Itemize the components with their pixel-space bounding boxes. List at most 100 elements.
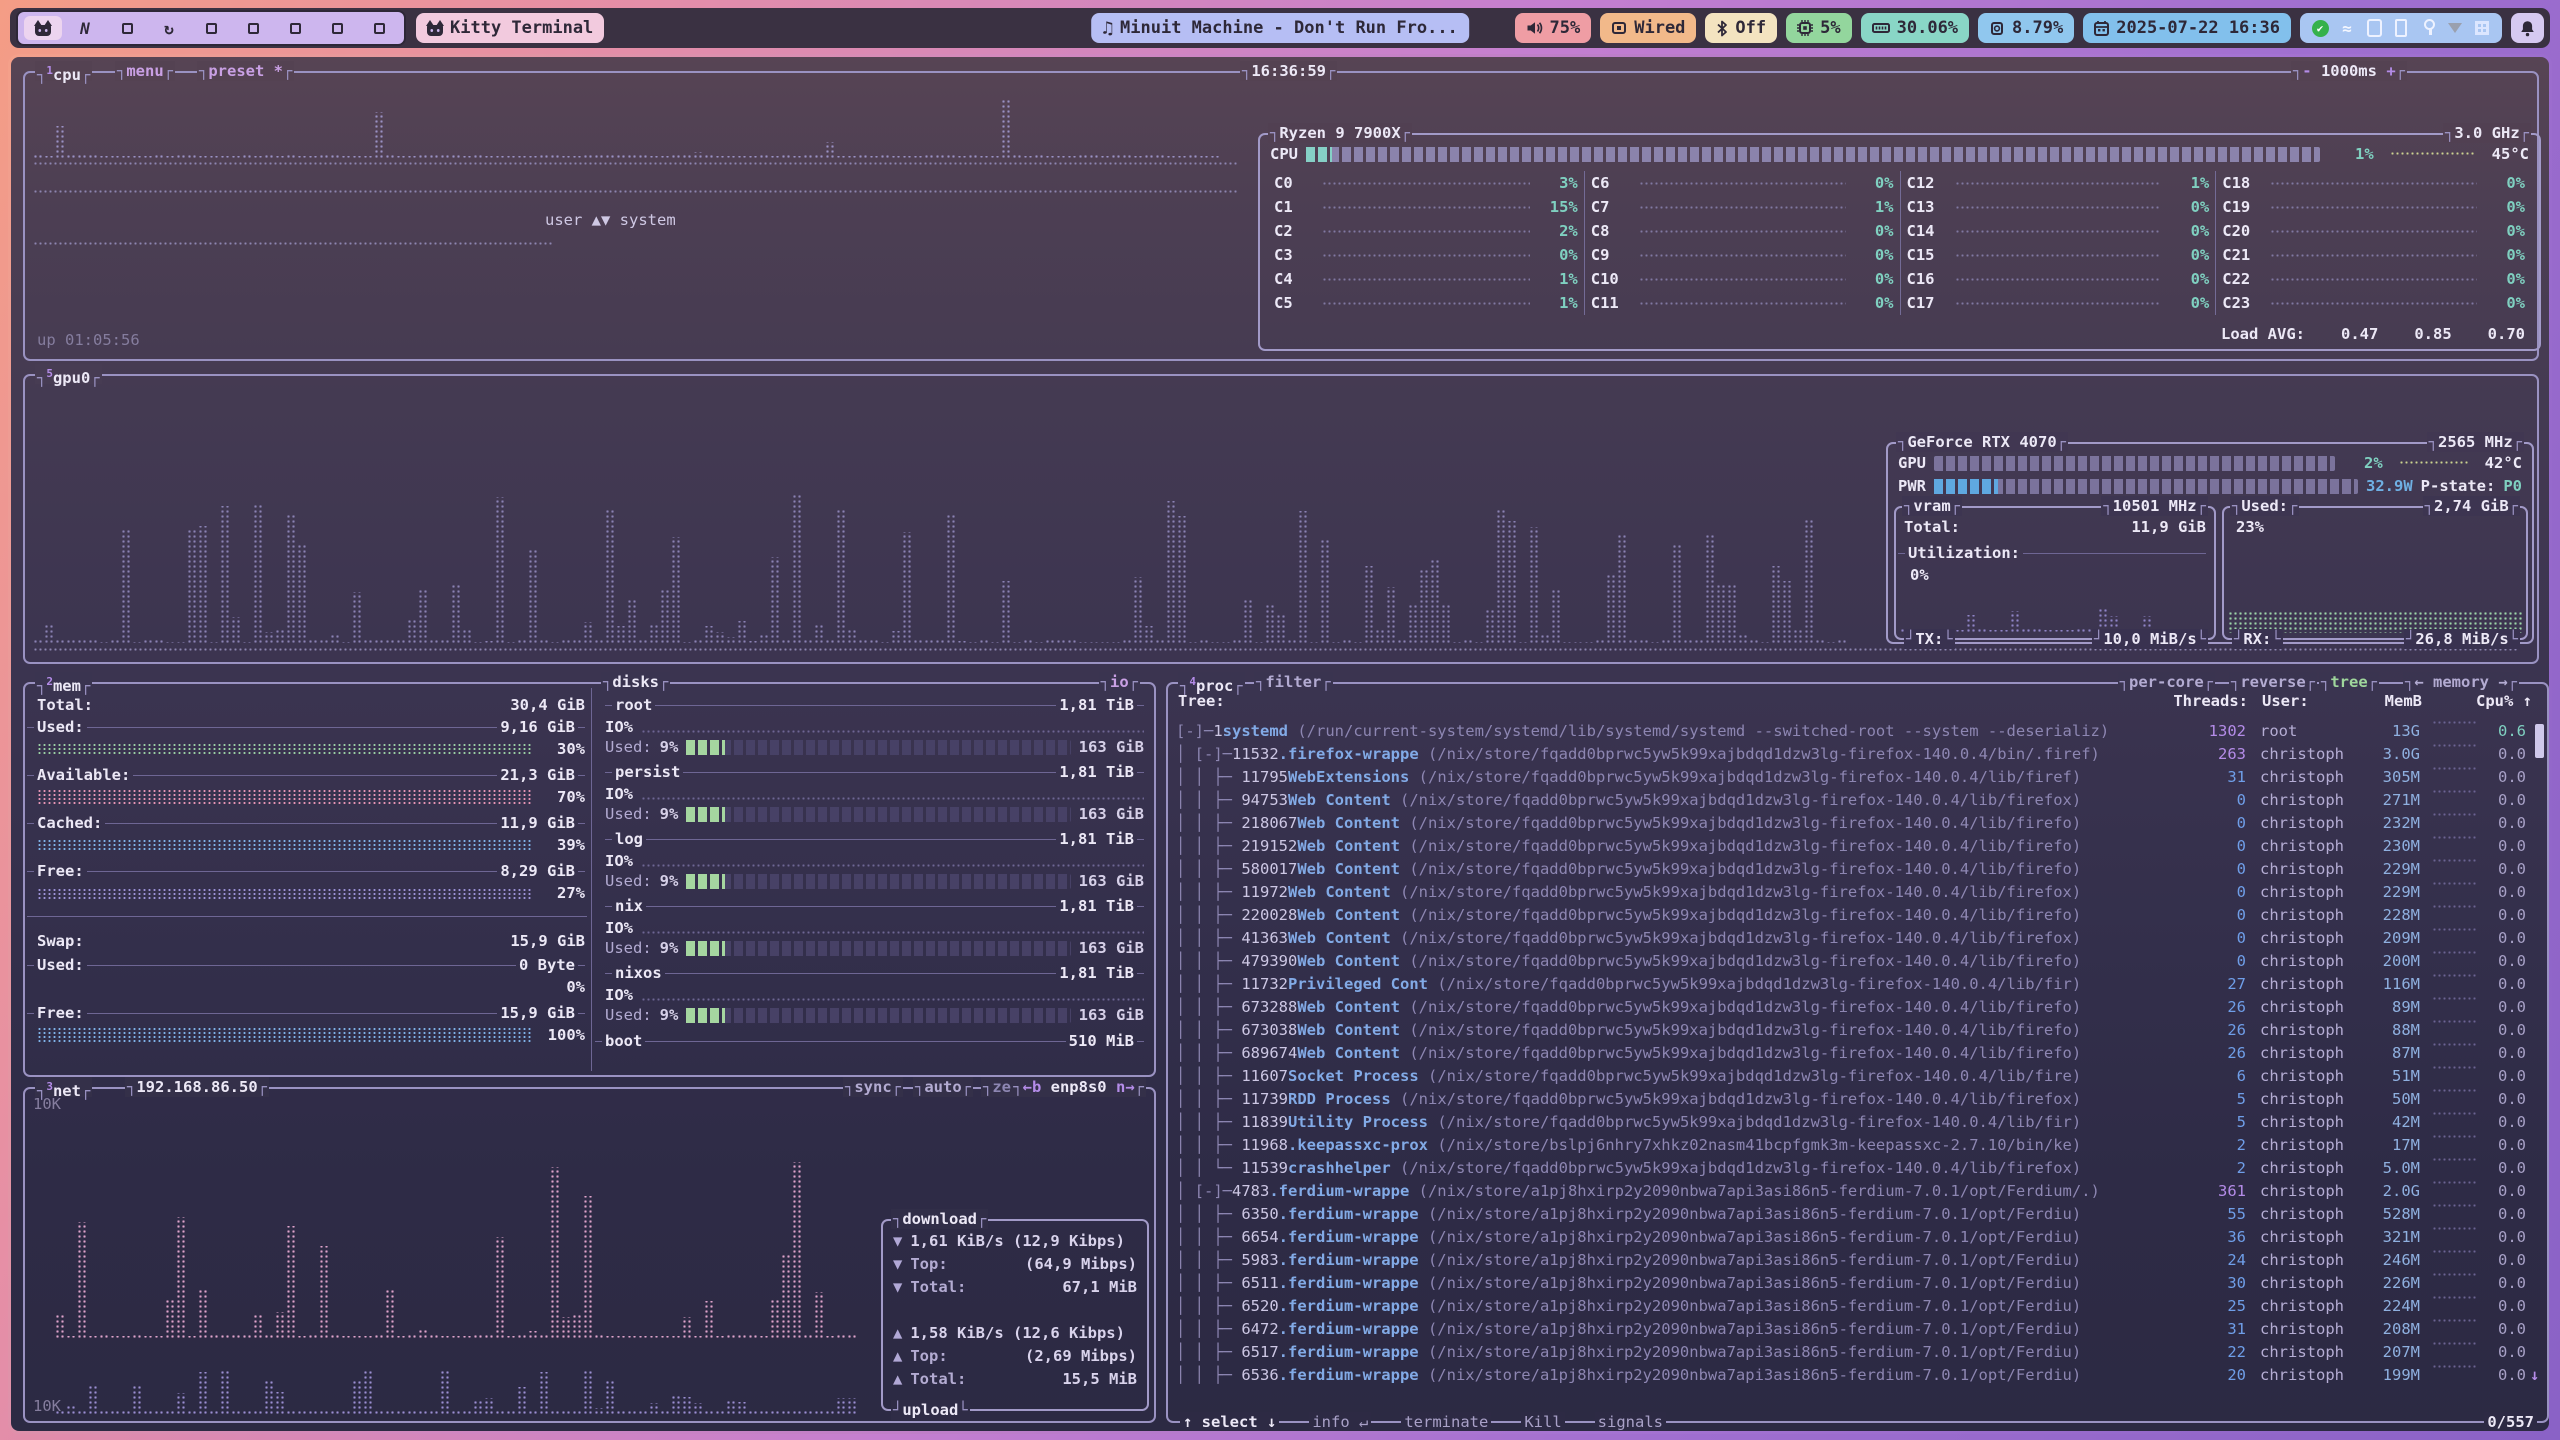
workspace-button[interactable] bbox=[318, 16, 356, 40]
gpu-history-graph bbox=[33, 402, 1878, 644]
mem-used-row: Used:9,16 GiB bbox=[27, 716, 585, 738]
process-row[interactable]: │ │ ├─ 11972Web Content (/nix/store/fqad… bbox=[1174, 881, 2533, 904]
ram-icon bbox=[1872, 21, 1890, 35]
btop-app: 1cpu menu preset * 16:36:59 - 1000ms + u… bbox=[11, 57, 2549, 1431]
process-row[interactable]: [-]─1systemd (/run/current-system/system… bbox=[1174, 720, 2533, 743]
process-row[interactable]: │ │ ├─ 11732Privileged Cont (/nix/store/… bbox=[1174, 973, 2533, 996]
workspace-switcher[interactable] bbox=[16, 10, 406, 46]
cpu-temp-graph bbox=[2390, 151, 2476, 157]
workspace-button[interactable] bbox=[108, 16, 146, 40]
notification-pill[interactable] bbox=[2511, 13, 2544, 43]
proc-tree-toggle[interactable]: tree bbox=[2319, 672, 2379, 692]
vram-util-value: 0% bbox=[1910, 564, 1929, 586]
tray-icon[interactable] bbox=[2392, 19, 2410, 37]
vram-total-row: Total:11,9 GiB bbox=[1904, 516, 2206, 538]
process-row[interactable]: │ │ ├─ 218067Web Content (/nix/store/fqa… bbox=[1174, 812, 2533, 835]
download-top-row: ▼Top:(64,9 Mibps) bbox=[893, 1252, 1137, 1275]
process-row[interactable]: │ │ ├─ 41363Web Content (/nix/store/fqad… bbox=[1174, 927, 2533, 950]
proc-column-headers[interactable]: Tree: Threads: User: MemB Cpu% ↑ bbox=[1176, 692, 2539, 714]
tray-icon[interactable] bbox=[2311, 19, 2329, 37]
process-row[interactable]: │ │ ├─ 6517.ferdium-wrappe (/nix/store/a… bbox=[1174, 1341, 2533, 1364]
signals-control[interactable]: signals bbox=[1595, 1412, 1666, 1431]
process-row[interactable]: │ │ ├─ 11968.keepassxc-prox (/nix/store/… bbox=[1174, 1134, 2533, 1157]
process-row[interactable]: │ │ ├─ 689674Web Content (/nix/store/fqa… bbox=[1174, 1042, 2533, 1065]
proc-sort-selector[interactable]: ← memory → bbox=[2403, 672, 2519, 692]
process-row[interactable]: │ │ ├─ 11739RDD Process (/nix/store/fqad… bbox=[1174, 1088, 2533, 1111]
memory-usage-pill[interactable]: 30.06% bbox=[1861, 13, 1969, 43]
cpu-usage-pill[interactable]: 5% bbox=[1786, 13, 1851, 43]
system-tray[interactable] bbox=[2300, 13, 2502, 43]
col-cpu: Cpu% ↑ bbox=[2432, 692, 2532, 710]
net-box-title: 3net bbox=[35, 1077, 92, 1097]
proc-reverse-toggle[interactable]: reverse bbox=[2229, 672, 2317, 692]
vram-used-box: Used: 2,74 GiB 23% RX: 26,8 MiB/s bbox=[2222, 506, 2528, 640]
terminate-control[interactable]: terminate bbox=[1401, 1412, 1491, 1431]
workspace-button[interactable] bbox=[360, 16, 398, 40]
process-row[interactable]: │ │ ├─ 6654.ferdium-wrappe (/nix/store/a… bbox=[1174, 1226, 2533, 1249]
process-row[interactable]: │ │ └─ 11539crashhelper (/nix/store/fqad… bbox=[1174, 1157, 2533, 1180]
workspace-button[interactable] bbox=[150, 16, 188, 40]
net-iface-switcher[interactable]: ←b enp8s0 n→ bbox=[1011, 1077, 1146, 1097]
net-auto-toggle[interactable]: auto bbox=[913, 1077, 973, 1097]
process-row[interactable]: │ [-]─11532.firefox-wrappe (/nix/store/f… bbox=[1174, 743, 2533, 766]
process-row[interactable]: │ │ ├─ 673288Web Content (/nix/store/fqa… bbox=[1174, 996, 2533, 1019]
process-row[interactable]: │ │ ├─ 6536.ferdium-wrappe (/nix/store/a… bbox=[1174, 1364, 2533, 1387]
process-row[interactable]: │ │ ├─ 6520.ferdium-wrappe (/nix/store/a… bbox=[1174, 1295, 2533, 1318]
proc-filter-button[interactable]: filter bbox=[1254, 672, 1333, 692]
window-title-button[interactable]: Kitty Terminal bbox=[416, 13, 604, 43]
disks-io-toggle[interactable]: io bbox=[1099, 672, 1140, 692]
core-row: C100% bbox=[1591, 267, 1894, 291]
media-player-pill[interactable]: ♫ Minuit Machine - Don't Run Fro... bbox=[1091, 13, 1469, 43]
workspace-button[interactable] bbox=[192, 16, 230, 40]
process-row[interactable]: │ │ ├─ 94753Web Content (/nix/store/fqad… bbox=[1174, 789, 2533, 812]
cpu-menu-button[interactable]: menu bbox=[115, 61, 175, 81]
cpu-box-title: 1cpu bbox=[35, 61, 92, 81]
workspace-button[interactable] bbox=[24, 16, 62, 40]
process-row[interactable]: │ │ ├─ 673038Web Content (/nix/store/fqa… bbox=[1174, 1019, 2533, 1042]
process-row[interactable]: │ │ ├─ 580017Web Content (/nix/store/fqa… bbox=[1174, 858, 2533, 881]
process-row[interactable]: │ │ ├─ 11839Utility Process (/nix/store/… bbox=[1174, 1111, 2533, 1134]
kill-control[interactable]: Kill bbox=[1521, 1412, 1564, 1431]
process-row[interactable]: │ │ ├─ 219152Web Content (/nix/store/fqa… bbox=[1174, 835, 2533, 858]
process-row[interactable]: │ │ ├─ 6472.ferdium-wrappe (/nix/store/a… bbox=[1174, 1318, 2533, 1341]
cpu-preset-button[interactable]: preset * bbox=[197, 61, 294, 81]
tray-icon[interactable] bbox=[2473, 19, 2491, 37]
process-row[interactable]: │ │ ├─ 6350.ferdium-wrappe (/nix/store/a… bbox=[1174, 1203, 2533, 1226]
tray-icon[interactable] bbox=[2338, 19, 2356, 37]
gpu-usage-pill[interactable]: 8.79% bbox=[1978, 13, 2074, 43]
tray-icon[interactable] bbox=[2446, 19, 2464, 37]
core-row: C160% bbox=[1907, 267, 2210, 291]
process-row[interactable]: │ │ ├─ 5983.ferdium-wrappe (/nix/store/a… bbox=[1174, 1249, 2533, 1272]
process-row[interactable]: │ │ ├─ 6511.ferdium-wrappe (/nix/store/a… bbox=[1174, 1272, 2533, 1295]
gpu-temp-graph bbox=[2399, 460, 2469, 466]
tray-icon[interactable] bbox=[2365, 19, 2383, 37]
bluetooth-pill[interactable]: Off bbox=[1705, 13, 1777, 43]
proc-per-core-toggle[interactable]: per-core bbox=[2118, 672, 2215, 692]
interval-control[interactable]: - 1000ms + bbox=[2291, 61, 2407, 81]
gpu-box: 5gpu0 GeForce RTX 4070 2565 MHz GPU 2% 4… bbox=[23, 374, 2539, 664]
clock-pill[interactable]: 2025-07-22 16:36 bbox=[2083, 13, 2291, 43]
process-row[interactable]: │ │ ├─ 220028Web Content (/nix/store/fqa… bbox=[1174, 904, 2533, 927]
select-control[interactable]: ↑ select ↓ bbox=[1180, 1412, 1279, 1431]
uptime-label: up 01:05:56 bbox=[37, 331, 140, 349]
net-box: 3net 192.168.86.50 sync auto zero ←b enp… bbox=[23, 1087, 1156, 1423]
volume-pill[interactable]: 75% bbox=[1515, 13, 1592, 43]
cpu-graph-baseline bbox=[33, 161, 1238, 166]
col-tree: Tree: bbox=[1178, 692, 1225, 710]
proc-scrollbar[interactable] bbox=[2535, 724, 2544, 758]
download-speed-row: ▼1,61 KiB/s (12,9 Kibps) bbox=[893, 1229, 1137, 1252]
workspace-button[interactable] bbox=[234, 16, 272, 40]
network-pill[interactable]: Wired bbox=[1600, 13, 1696, 43]
tray-icon[interactable] bbox=[2419, 19, 2437, 37]
process-row[interactable]: │ │ ├─ 11795WebExtensions (/nix/store/fq… bbox=[1174, 766, 2533, 789]
info-control[interactable]: info ↵ bbox=[1309, 1412, 1371, 1431]
swap-used-meter: 0% bbox=[37, 978, 585, 996]
cpu-model-title: Ryzen 9 7900X bbox=[1268, 123, 1412, 143]
disk-boot-row: boot510 MiB bbox=[595, 1030, 1144, 1052]
process-row[interactable]: │ │ ├─ 11607Socket Process (/nix/store/f… bbox=[1174, 1065, 2533, 1088]
process-row[interactable]: │ │ ├─ 479390Web Content (/nix/store/fqa… bbox=[1174, 950, 2533, 973]
workspace-button[interactable] bbox=[276, 16, 314, 40]
workspace-button[interactable] bbox=[66, 16, 104, 40]
process-row[interactable]: │ [-]─4783.ferdium-wrappe (/nix/store/a1… bbox=[1174, 1180, 2533, 1203]
net-sync-toggle[interactable]: sync bbox=[843, 1077, 903, 1097]
